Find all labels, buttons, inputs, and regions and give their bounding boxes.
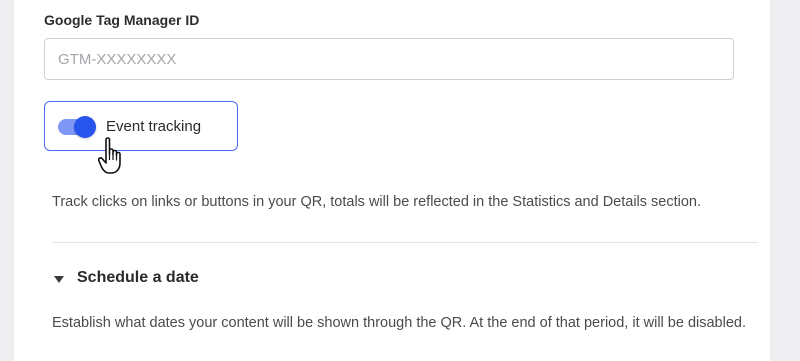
toggle-knob[interactable] <box>74 116 96 138</box>
event-tracking-description: Track clicks on links or buttons in your… <box>52 194 702 210</box>
section-divider <box>52 242 758 243</box>
event-tracking-label: Event tracking <box>106 118 202 135</box>
gtm-label: Google Tag Manager ID <box>44 12 200 28</box>
settings-panel: Google Tag Manager ID Event tracking Tra… <box>14 0 770 361</box>
schedule-section-toggle[interactable]: Schedule a date <box>54 266 199 290</box>
schedule-title[interactable]: Schedule a date <box>77 269 199 287</box>
gtm-id-input[interactable] <box>44 38 734 80</box>
hand-pointer-icon <box>98 137 121 174</box>
caret-down-icon[interactable] <box>54 275 64 283</box>
event-tracking-toggle[interactable]: Event tracking <box>44 101 238 151</box>
schedule-description: Establish what dates your content will b… <box>52 315 746 331</box>
